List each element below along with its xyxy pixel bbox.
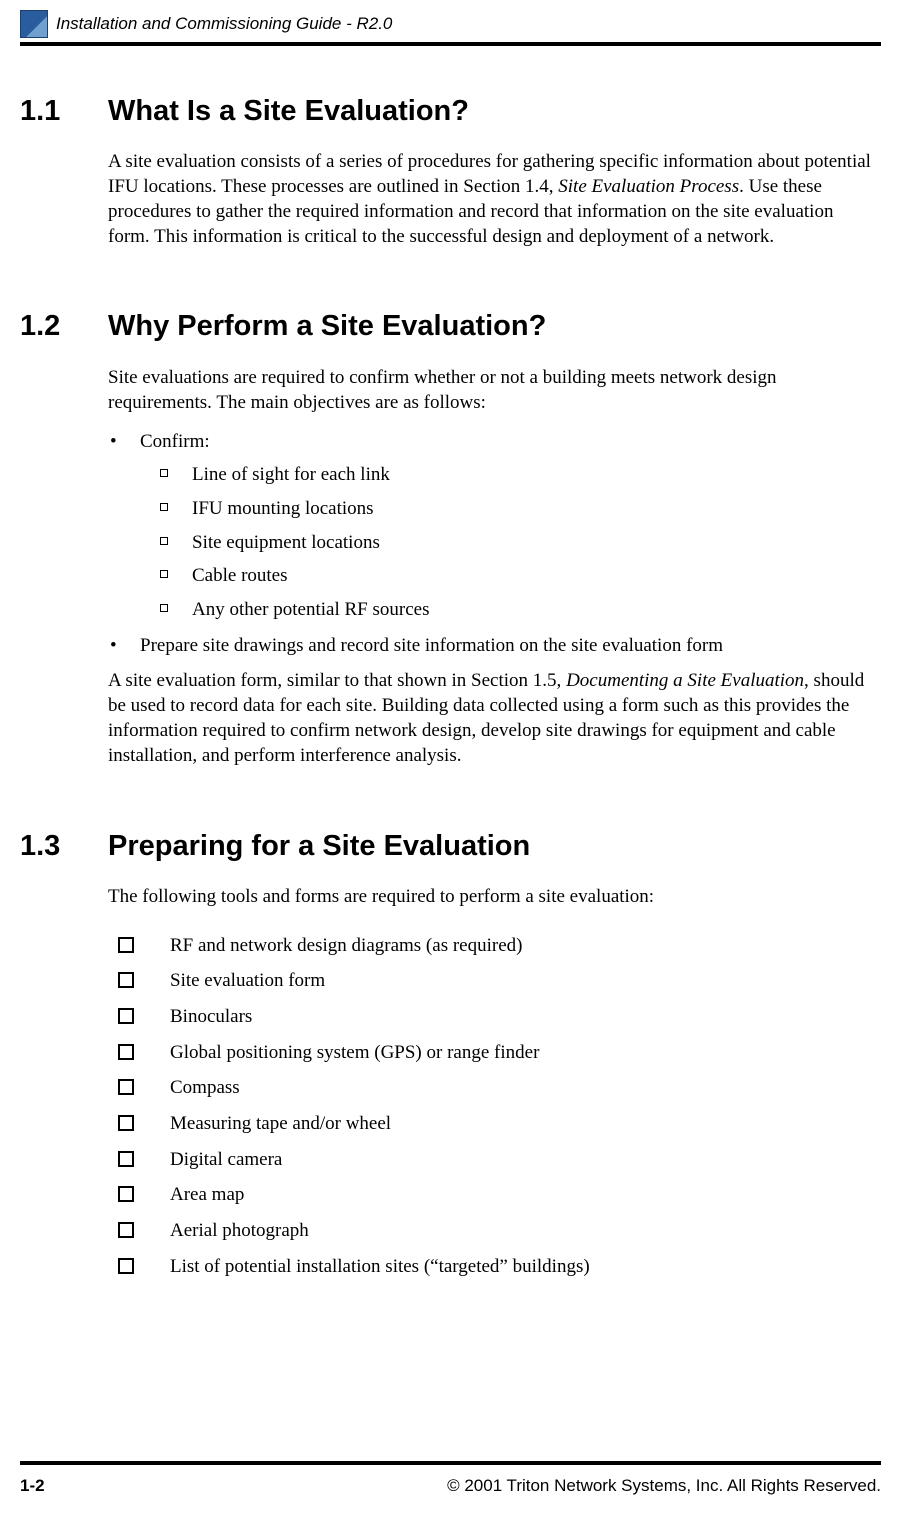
- section-number: 1.1: [20, 92, 108, 131]
- section-number: 1.3: [20, 827, 108, 866]
- bullet-list: Confirm: Line of sight for each link IFU…: [108, 429, 873, 658]
- list-item: IFU mounting locations: [140, 496, 873, 522]
- checklist-item: Aerial photograph: [108, 1218, 873, 1244]
- checklist-item: List of potential installation sites (“t…: [108, 1254, 873, 1280]
- page-content: 1.1 What Is a Site Evaluation? A site ev…: [20, 46, 881, 1279]
- list-item: Confirm: Line of sight for each link IFU…: [108, 429, 873, 623]
- section-heading-1-1: 1.1 What Is a Site Evaluation?: [20, 92, 873, 131]
- page-header: Installation and Commissioning Guide - R…: [20, 10, 881, 40]
- checklist-item: Measuring tape and/or wheel: [108, 1111, 873, 1137]
- document-title: Installation and Commissioning Guide - R…: [56, 13, 392, 38]
- paragraph: Site evaluations are required to confirm…: [108, 365, 873, 415]
- paragraph: A site evaluation consists of a series o…: [108, 149, 873, 249]
- text-run-italic: Documenting a Site Evaluation: [566, 670, 804, 691]
- paragraph: The following tools and forms are requir…: [108, 884, 873, 909]
- paragraph: A site evaluation form, similar to that …: [108, 668, 873, 768]
- brand-logo-icon: [20, 10, 48, 38]
- section-heading-1-2: 1.2 Why Perform a Site Evaluation?: [20, 307, 873, 346]
- text-run-italic: Site Evaluation Process: [558, 176, 739, 197]
- section-title: What Is a Site Evaluation?: [108, 92, 469, 131]
- footer-rule: [20, 1461, 881, 1465]
- list-item: Cable routes: [140, 563, 873, 589]
- checklist: RF and network design diagrams (as requi…: [108, 933, 873, 1279]
- section-number: 1.2: [20, 307, 108, 346]
- list-item: Line of sight for each link: [140, 462, 873, 488]
- sub-bullet-list: Line of sight for each link IFU mounting…: [140, 462, 873, 622]
- checklist-item: Site evaluation form: [108, 968, 873, 994]
- checklist-item: Digital camera: [108, 1147, 873, 1173]
- page-number: 1-2: [20, 1475, 45, 1498]
- section-heading-1-3: 1.3 Preparing for a Site Evaluation: [20, 827, 873, 866]
- list-item: Site equipment locations: [140, 530, 873, 556]
- list-item: Any other potential RF sources: [140, 597, 873, 623]
- list-item-text: Confirm:: [140, 431, 210, 452]
- section-title: Why Perform a Site Evaluation?: [108, 307, 546, 346]
- list-item: Prepare site drawings and record site in…: [108, 633, 873, 659]
- checklist-item: Global positioning system (GPS) or range…: [108, 1040, 873, 1066]
- checklist-item: Binoculars: [108, 1004, 873, 1030]
- checklist-item: Compass: [108, 1075, 873, 1101]
- page-footer: 1-2 © 2001 Triton Network Systems, Inc. …: [20, 1461, 881, 1498]
- text-run: A site evaluation form, similar to that …: [108, 670, 566, 691]
- checklist-item: Area map: [108, 1182, 873, 1208]
- checklist-item: RF and network design diagrams (as requi…: [108, 933, 873, 959]
- copyright-text: © 2001 Triton Network Systems, Inc. All …: [447, 1475, 881, 1498]
- section-title: Preparing for a Site Evaluation: [108, 827, 530, 866]
